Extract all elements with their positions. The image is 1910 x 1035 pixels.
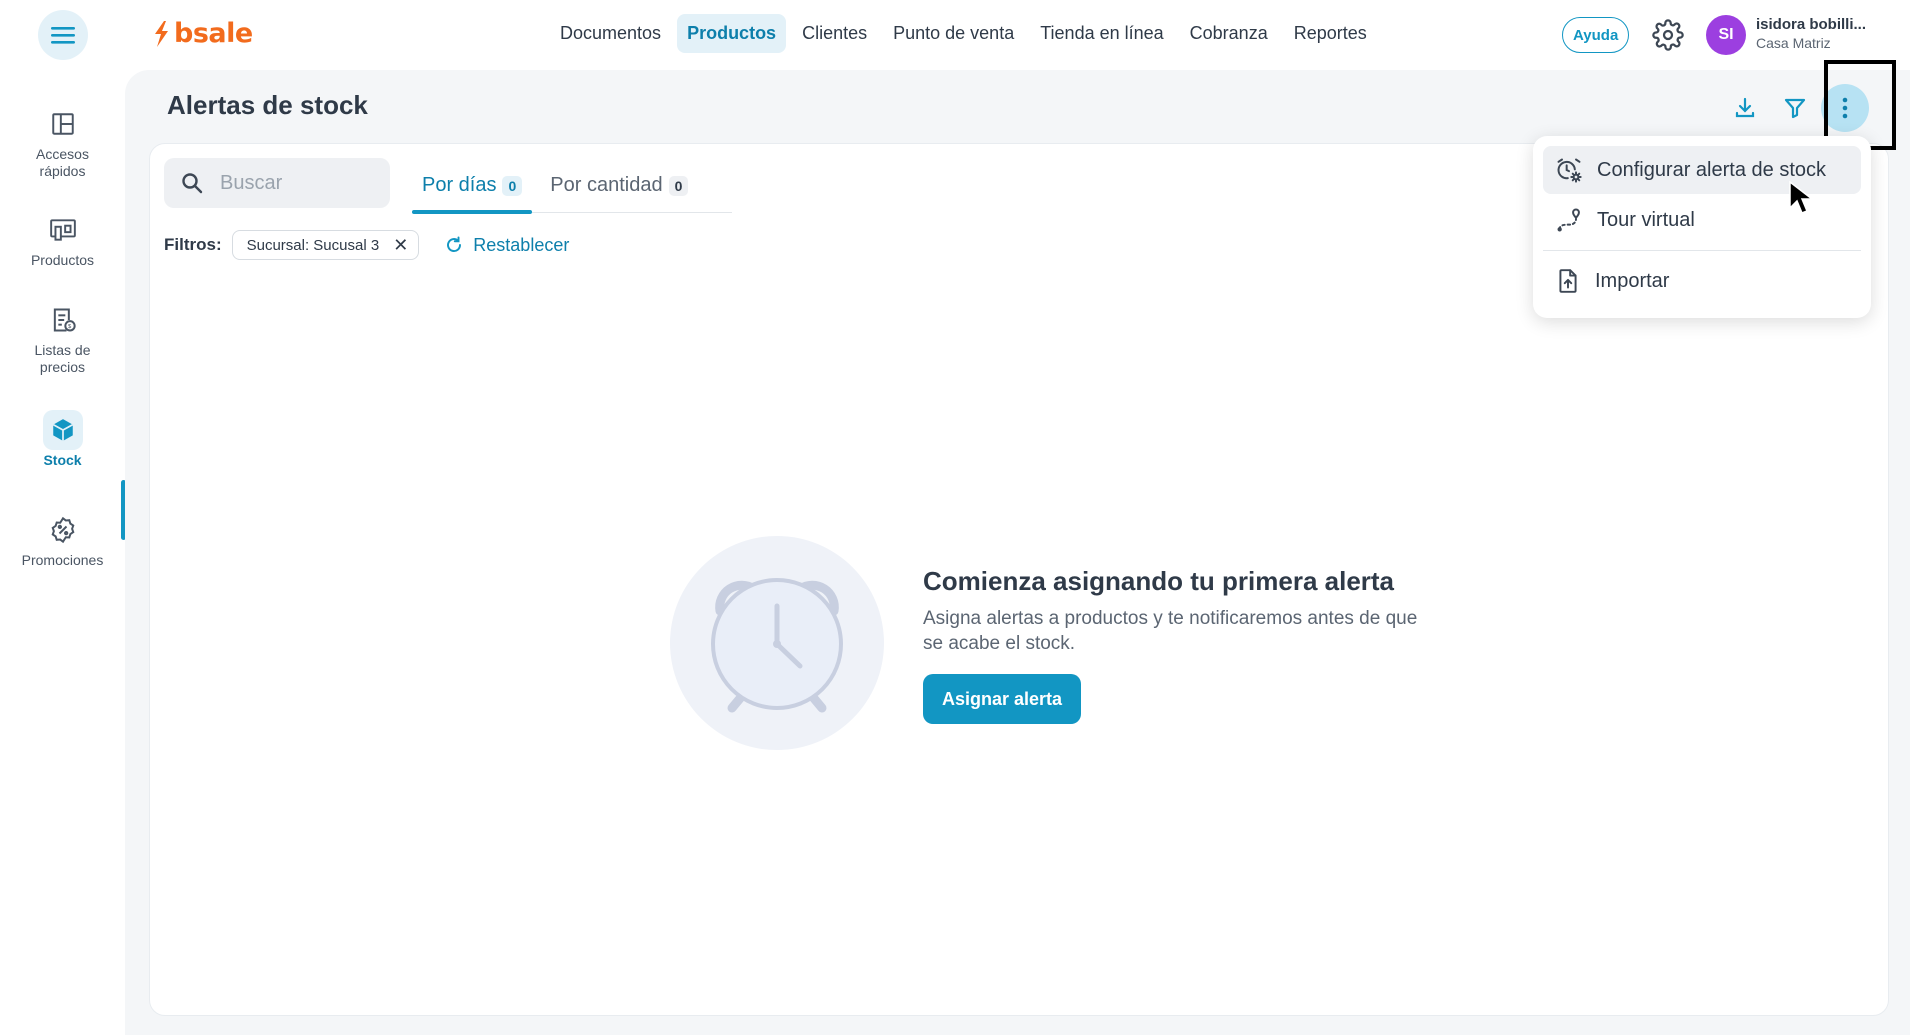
- settings-button[interactable]: [1652, 19, 1684, 51]
- logo-text: bsale: [174, 18, 253, 49]
- menu-item-label: Tour virtual: [1597, 208, 1695, 231]
- tab-count-badge: 0: [668, 175, 689, 196]
- filter-chip-label: Sucursal: Sucusal 3: [246, 236, 380, 254]
- search-box[interactable]: [164, 158, 390, 208]
- menu-item-tour-virtual[interactable]: Tour virtual: [1543, 196, 1861, 244]
- alert-tabs: Por días 0 Por cantidad 0: [412, 158, 732, 214]
- file-upload-icon: [1559, 269, 1577, 293]
- nav-productos[interactable]: Productos: [677, 14, 787, 53]
- sidebar-item-label: Promociones: [21, 552, 104, 568]
- top-bar: bsale Documentos Productos Clientes Punt…: [0, 0, 1910, 70]
- nav-reportes[interactable]: Reportes: [1284, 14, 1377, 53]
- nav-clientes[interactable]: Clientes: [792, 14, 877, 53]
- products-icon: [43, 210, 83, 250]
- filter-button[interactable]: [1775, 88, 1815, 128]
- main-navigation: Documentos Productos Clientes Punto de v…: [550, 14, 1377, 53]
- assign-alert-button[interactable]: Asignar alerta: [923, 674, 1082, 724]
- more-options-menu: Configurar alerta de stock Tour virtual …: [1533, 136, 1871, 318]
- bolt-logo-icon: [155, 20, 168, 47]
- download-button[interactable]: [1725, 88, 1765, 128]
- user-menu[interactable]: isidora bobilli... Casa Matriz: [1756, 16, 1866, 51]
- reset-filters-button[interactable]: Restablecer: [445, 235, 569, 256]
- filters-bar: Filtros: Sucursal: Sucusal 3 ✕ Restablec…: [164, 230, 569, 260]
- layout-icon: [43, 104, 83, 144]
- user-branch: Casa Matriz: [1756, 35, 1831, 51]
- nav-cobranza[interactable]: Cobranza: [1180, 14, 1278, 53]
- search-icon: [182, 173, 203, 194]
- menu-item-importar[interactable]: Importar: [1543, 257, 1861, 305]
- more-options-button[interactable]: [1821, 84, 1869, 132]
- route-icon: [1557, 208, 1580, 232]
- gear-icon: [1652, 19, 1684, 51]
- refresh-icon: [447, 236, 462, 252]
- tab-por-dias[interactable]: Por días 0: [412, 158, 533, 214]
- help-button[interactable]: Ayuda: [1562, 17, 1630, 53]
- menu-divider: [1543, 250, 1861, 251]
- nav-punto-de-venta[interactable]: Punto de venta: [883, 14, 1024, 53]
- bsale-logo[interactable]: bsale: [152, 18, 253, 49]
- hamburger-icon: [51, 27, 75, 44]
- sidebar-item-listas-de-precios[interactable]: $ Listas de precios: [0, 300, 125, 376]
- menu-item-label: Importar: [1595, 269, 1670, 292]
- menu-item-label: Configurar alerta de stock: [1597, 158, 1827, 181]
- page-title: Alertas de stock: [167, 90, 368, 120]
- download-icon: [1735, 97, 1755, 118]
- tab-por-cantidad[interactable]: Por cantidad 0: [540, 158, 698, 213]
- hamburger-menu-button[interactable]: [38, 10, 88, 60]
- sidebar-item-accesos-rapidos[interactable]: Accesos rápidos: [0, 104, 125, 180]
- user-name: isidora bobilli...: [1756, 16, 1867, 33]
- tab-label: Por días: [422, 174, 497, 196]
- sidebar-item-label: Stock: [43, 452, 82, 468]
- sidebar-item-label: Accesos rápidos: [36, 146, 89, 179]
- sidebar-item-label: Listas de precios: [34, 342, 91, 375]
- price-list-icon: $: [43, 300, 83, 340]
- box-icon: [42, 410, 83, 450]
- sidebar: Accesos rápidos Productos $ Listas de pr…: [0, 70, 126, 1035]
- empty-state-description: Asigna alertas a productos y te notifica…: [923, 608, 1418, 654]
- tab-label: Por cantidad: [550, 174, 663, 196]
- sidebar-item-label: Productos: [30, 252, 95, 268]
- filter-icon: [1784, 98, 1806, 119]
- empty-state-title: Comienza asignando tu primera alerta: [923, 566, 1395, 596]
- vertical-dots-icon: [1842, 97, 1848, 119]
- nav-tienda-en-linea[interactable]: Tienda en línea: [1030, 14, 1173, 53]
- tab-count-badge: 0: [502, 175, 523, 196]
- remove-filter-close-icon[interactable]: ✕: [393, 236, 408, 254]
- filter-chip-sucursal: Sucursal: Sucusal 3 ✕: [231, 230, 420, 260]
- alarm-gear-icon: [1557, 158, 1582, 183]
- alarm-clock-icon: [711, 578, 843, 713]
- sidebar-item-stock[interactable]: Stock: [0, 410, 125, 469]
- nav-documentos[interactable]: Documentos: [550, 14, 671, 53]
- reset-filters-label: Restablecer: [473, 234, 570, 255]
- user-avatar[interactable]: SI: [1706, 15, 1746, 55]
- empty-state: Comienza asignando tu primera alerta Asi…: [670, 536, 1430, 756]
- percent-badge-icon: [43, 510, 83, 550]
- filters-label: Filtros:: [164, 235, 222, 254]
- search-input[interactable]: [220, 171, 370, 195]
- empty-state-illustration: [670, 536, 884, 750]
- menu-item-configurar-alerta[interactable]: Configurar alerta de stock: [1543, 146, 1861, 194]
- sidebar-item-productos[interactable]: Productos: [0, 210, 125, 269]
- sidebar-item-promociones[interactable]: Promociones: [0, 510, 125, 569]
